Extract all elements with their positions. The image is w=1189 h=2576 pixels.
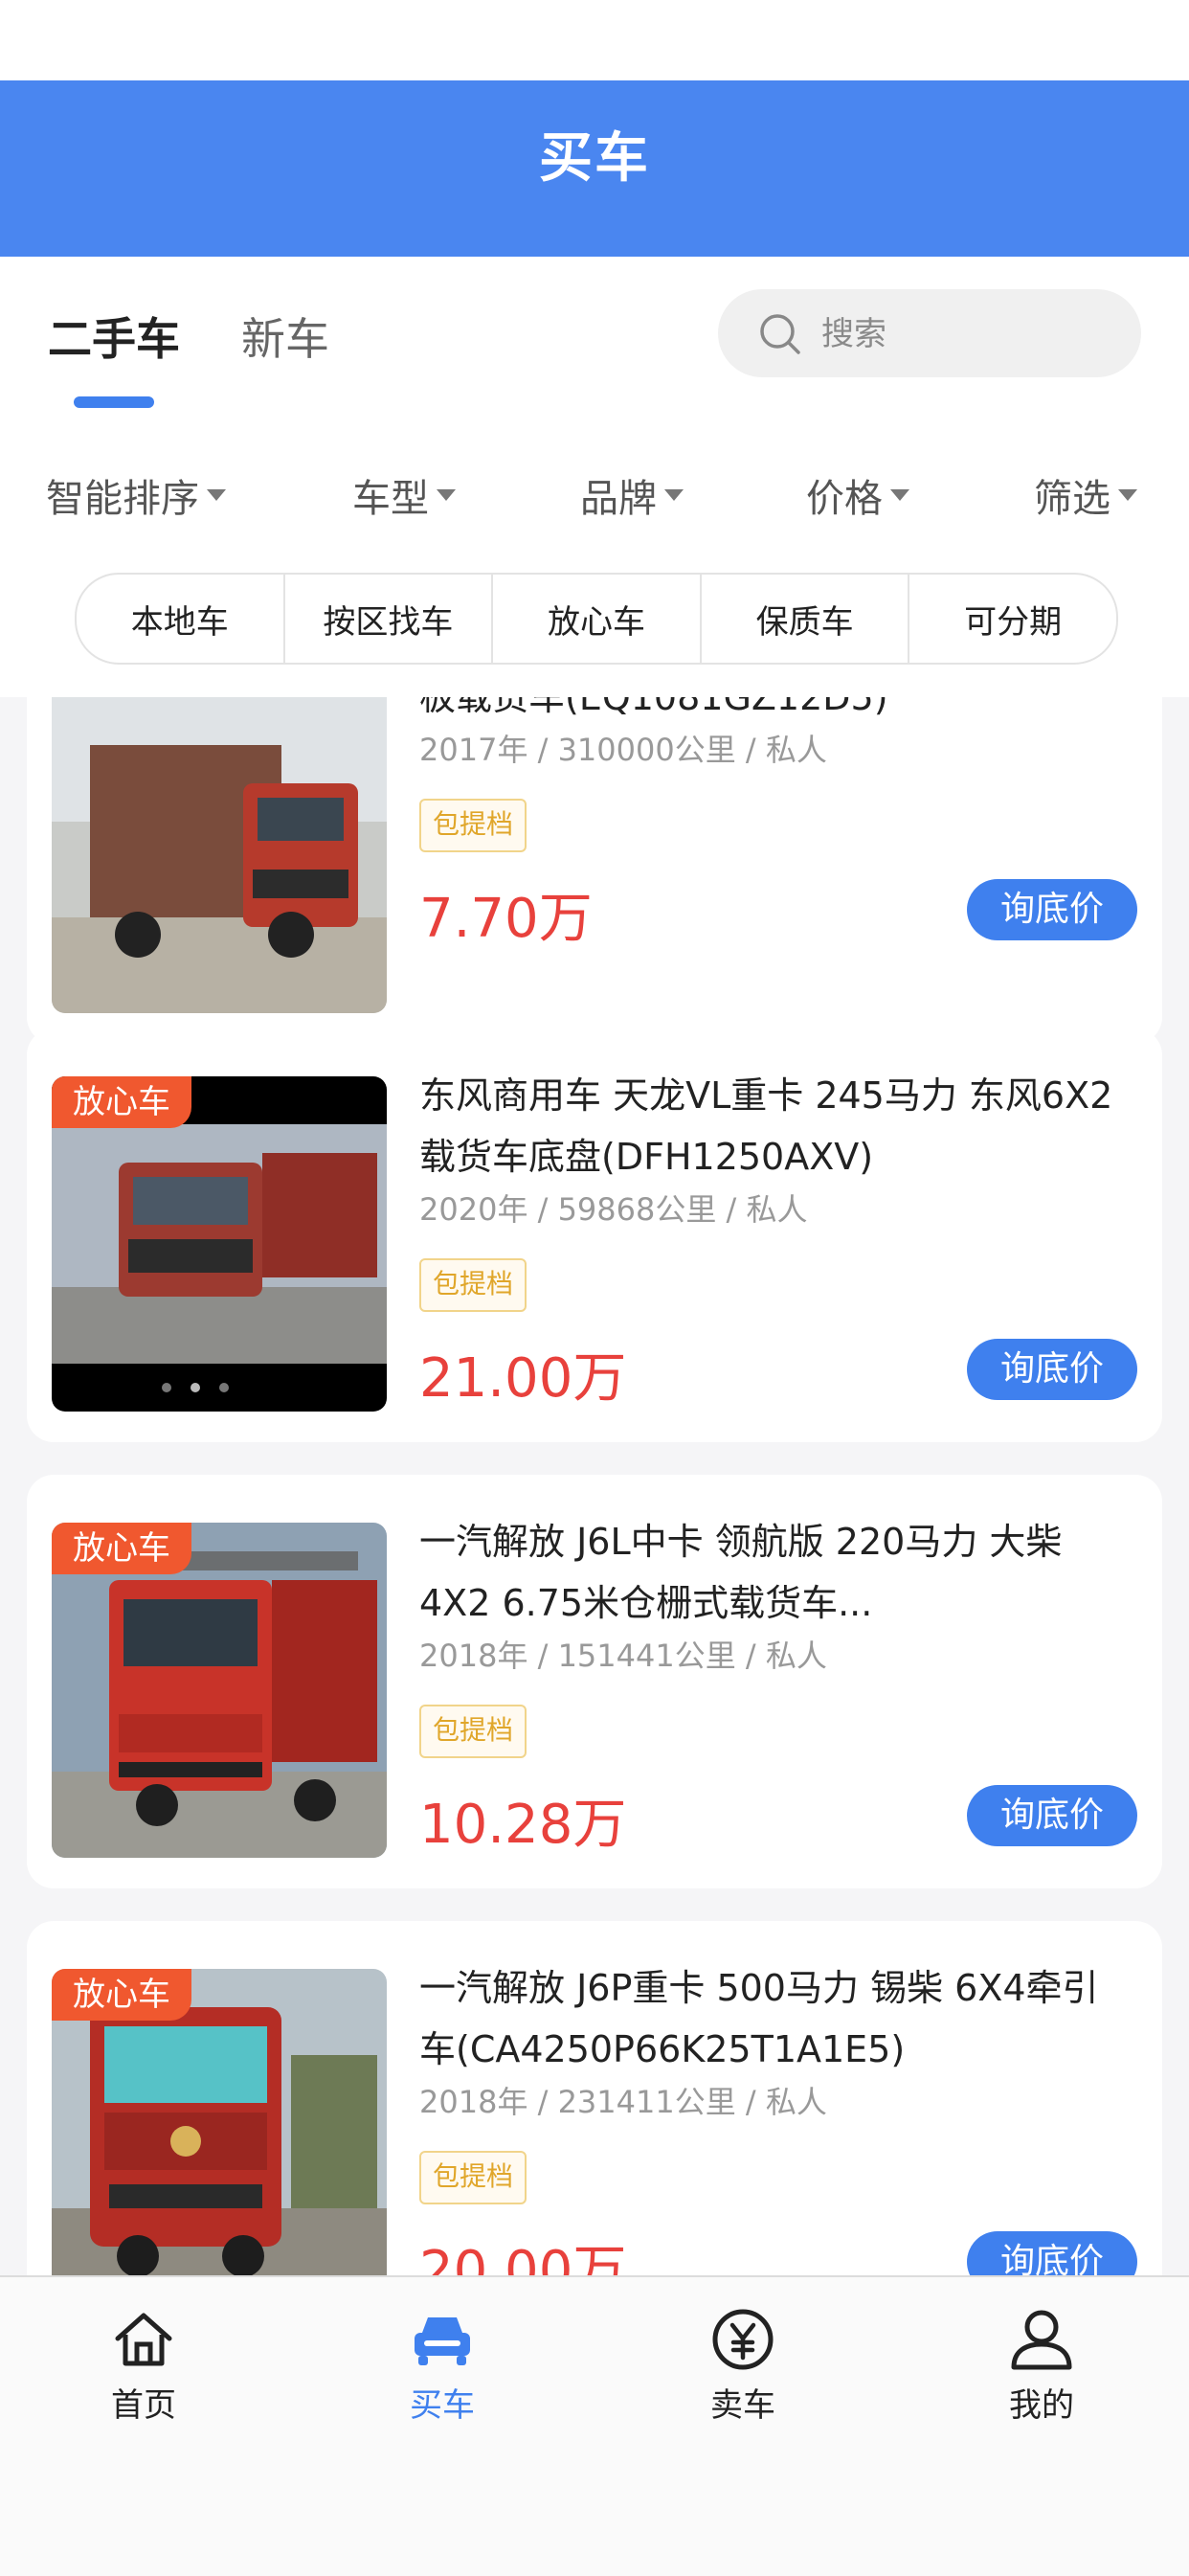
listing-price: 10.28万 [419,1794,627,1856]
chip-local-car[interactable]: 本地车 [77,575,285,663]
user-icon [1011,2310,1072,2370]
listing-card[interactable]: 放心车 一汽解放 J6L中卡 领航版 220马力 大柴 4X2 6.75米仓栅式… [27,1475,1162,1888]
chip-installment[interactable]: 可分期 [909,575,1116,663]
caret-down-icon [207,489,226,501]
filter-vehicle-type-label: 车型 [352,477,429,521]
filter-more-label: 筛选 [1034,477,1110,521]
tab-new-car[interactable]: 新车 [241,305,329,368]
nav-bar: 买车 [0,80,1189,257]
filter-price-label: 价格 [806,477,883,521]
caret-down-icon [437,489,456,501]
search-box[interactable] [718,289,1141,379]
tab-home[interactable]: 首页 [48,2306,239,2426]
listing-title: 板载货车(EQ1081GZ12D5) [419,697,888,718]
listing-price: 20.00万 [419,2240,627,2275]
chip-warranty-car[interactable]: 保质车 [702,575,910,663]
listing-card[interactable]: 放心车 东风商用车 天龙VL重卡 245马力 东风6X2 载货车底盘(DFH12… [27,1028,1162,1442]
tab-indicator [74,396,154,408]
tab-mine[interactable]: 我的 [946,2306,1137,2426]
chip-trusted-car[interactable]: 放心车 [493,575,702,663]
caret-down-icon [1118,489,1137,501]
listing-tag: 包提档 [419,1258,527,1312]
trusted-car-badge: 放心车 [52,1076,191,1128]
car-icon [415,2317,470,2365]
truck-photo: 放心车 [52,1523,387,1858]
tab-mine-label: 我的 [1009,2386,1074,2425]
listing-list[interactable]: 板载货车(EQ1081GZ12D5) 2017年 / 310000公里 / 私人… [0,697,1189,2275]
listing-tag: 包提档 [419,799,527,852]
caret-down-icon [890,489,909,501]
listing-price: 21.00万 [419,1347,627,1410]
tab-used-car[interactable]: 二手车 [48,305,180,368]
trusted-car-badge: 放心车 [52,1969,191,2021]
search-icon [760,314,800,354]
listing-tag: 包提档 [419,1705,527,1758]
filter-more[interactable]: 筛选 [1034,467,1137,523]
chip-by-district[interactable]: 按区找车 [285,575,494,663]
listing-meta: 2018年 / 151441公里 / 私人 [419,1638,827,1674]
tab-home-label: 首页 [111,2386,176,2425]
ask-price-button[interactable]: 询底价 [967,1785,1137,1846]
ask-price-button[interactable]: 询底价 [967,2231,1137,2275]
truck-photo: 放心车 [52,1076,387,1412]
listing-tag: 包提档 [419,2151,527,2204]
truck-photo: 放心车 [52,1969,387,2275]
listing-title: 东风商用车 天龙VL重卡 245马力 东风6X2 载货车底盘(DFH1250AX… [419,1074,1113,1178]
bottom-tab-bar: 首页 买车 卖车 我的 [0,2275,1189,2576]
ask-price-button[interactable]: 询底价 [967,879,1137,940]
listing-meta: 2018年 / 231411公里 / 私人 [419,2084,827,2120]
quick-filter-chips: 本地车 按区找车 放心车 保质车 可分期 [75,573,1118,665]
home-icon [115,2313,172,2366]
tab-sell-car-label: 卖车 [710,2386,775,2425]
listing-card[interactable]: 放心车 一汽解放 J6P重卡 500马力 锡柴 6X4牵引车(CA4250P66… [27,1921,1162,2275]
listing-meta: 2020年 / 59868公里 / 私人 [419,1191,808,1228]
status-bar [0,0,1189,80]
tab-buy-car-label: 买车 [410,2386,475,2425]
listing-meta: 2017年 / 310000公里 / 私人 [419,732,827,768]
tab-sell-car[interactable]: 卖车 [647,2306,839,2426]
listing-price: 7.70万 [419,888,593,950]
listing-title: 一汽解放 J6P重卡 500马力 锡柴 6X4牵引车(CA4250P66K25T… [419,1967,1099,2070]
page-title: 买车 [539,127,650,190]
listing-card[interactable]: 板载货车(EQ1081GZ12D5) 2017年 / 310000公里 / 私人… [27,697,1162,1044]
filter-brand[interactable]: 品牌 [580,467,684,523]
filter-sort-label: 智能排序 [46,477,199,521]
ask-price-button[interactable]: 询底价 [967,1339,1137,1400]
yen-icon [712,2309,774,2370]
caret-down-icon [664,489,684,501]
search-input[interactable] [819,289,1120,379]
tab-buy-car[interactable]: 买车 [347,2306,538,2426]
filter-brand-label: 品牌 [580,477,657,521]
listing-title: 一汽解放 J6L中卡 领航版 220马力 大柴 4X2 6.75米仓栅式载货车.… [419,1521,1063,1624]
truck-photo [52,697,387,1013]
filter-price[interactable]: 价格 [806,467,909,523]
trusted-car-badge: 放心车 [52,1523,191,1574]
filter-vehicle-type[interactable]: 车型 [352,467,456,523]
filter-panel: 二手车 新车 智能排序 车型 品牌 价格 筛选 本地车 按区找车 放心车 保质车… [0,257,1189,697]
filter-sort[interactable]: 智能排序 [46,467,226,523]
